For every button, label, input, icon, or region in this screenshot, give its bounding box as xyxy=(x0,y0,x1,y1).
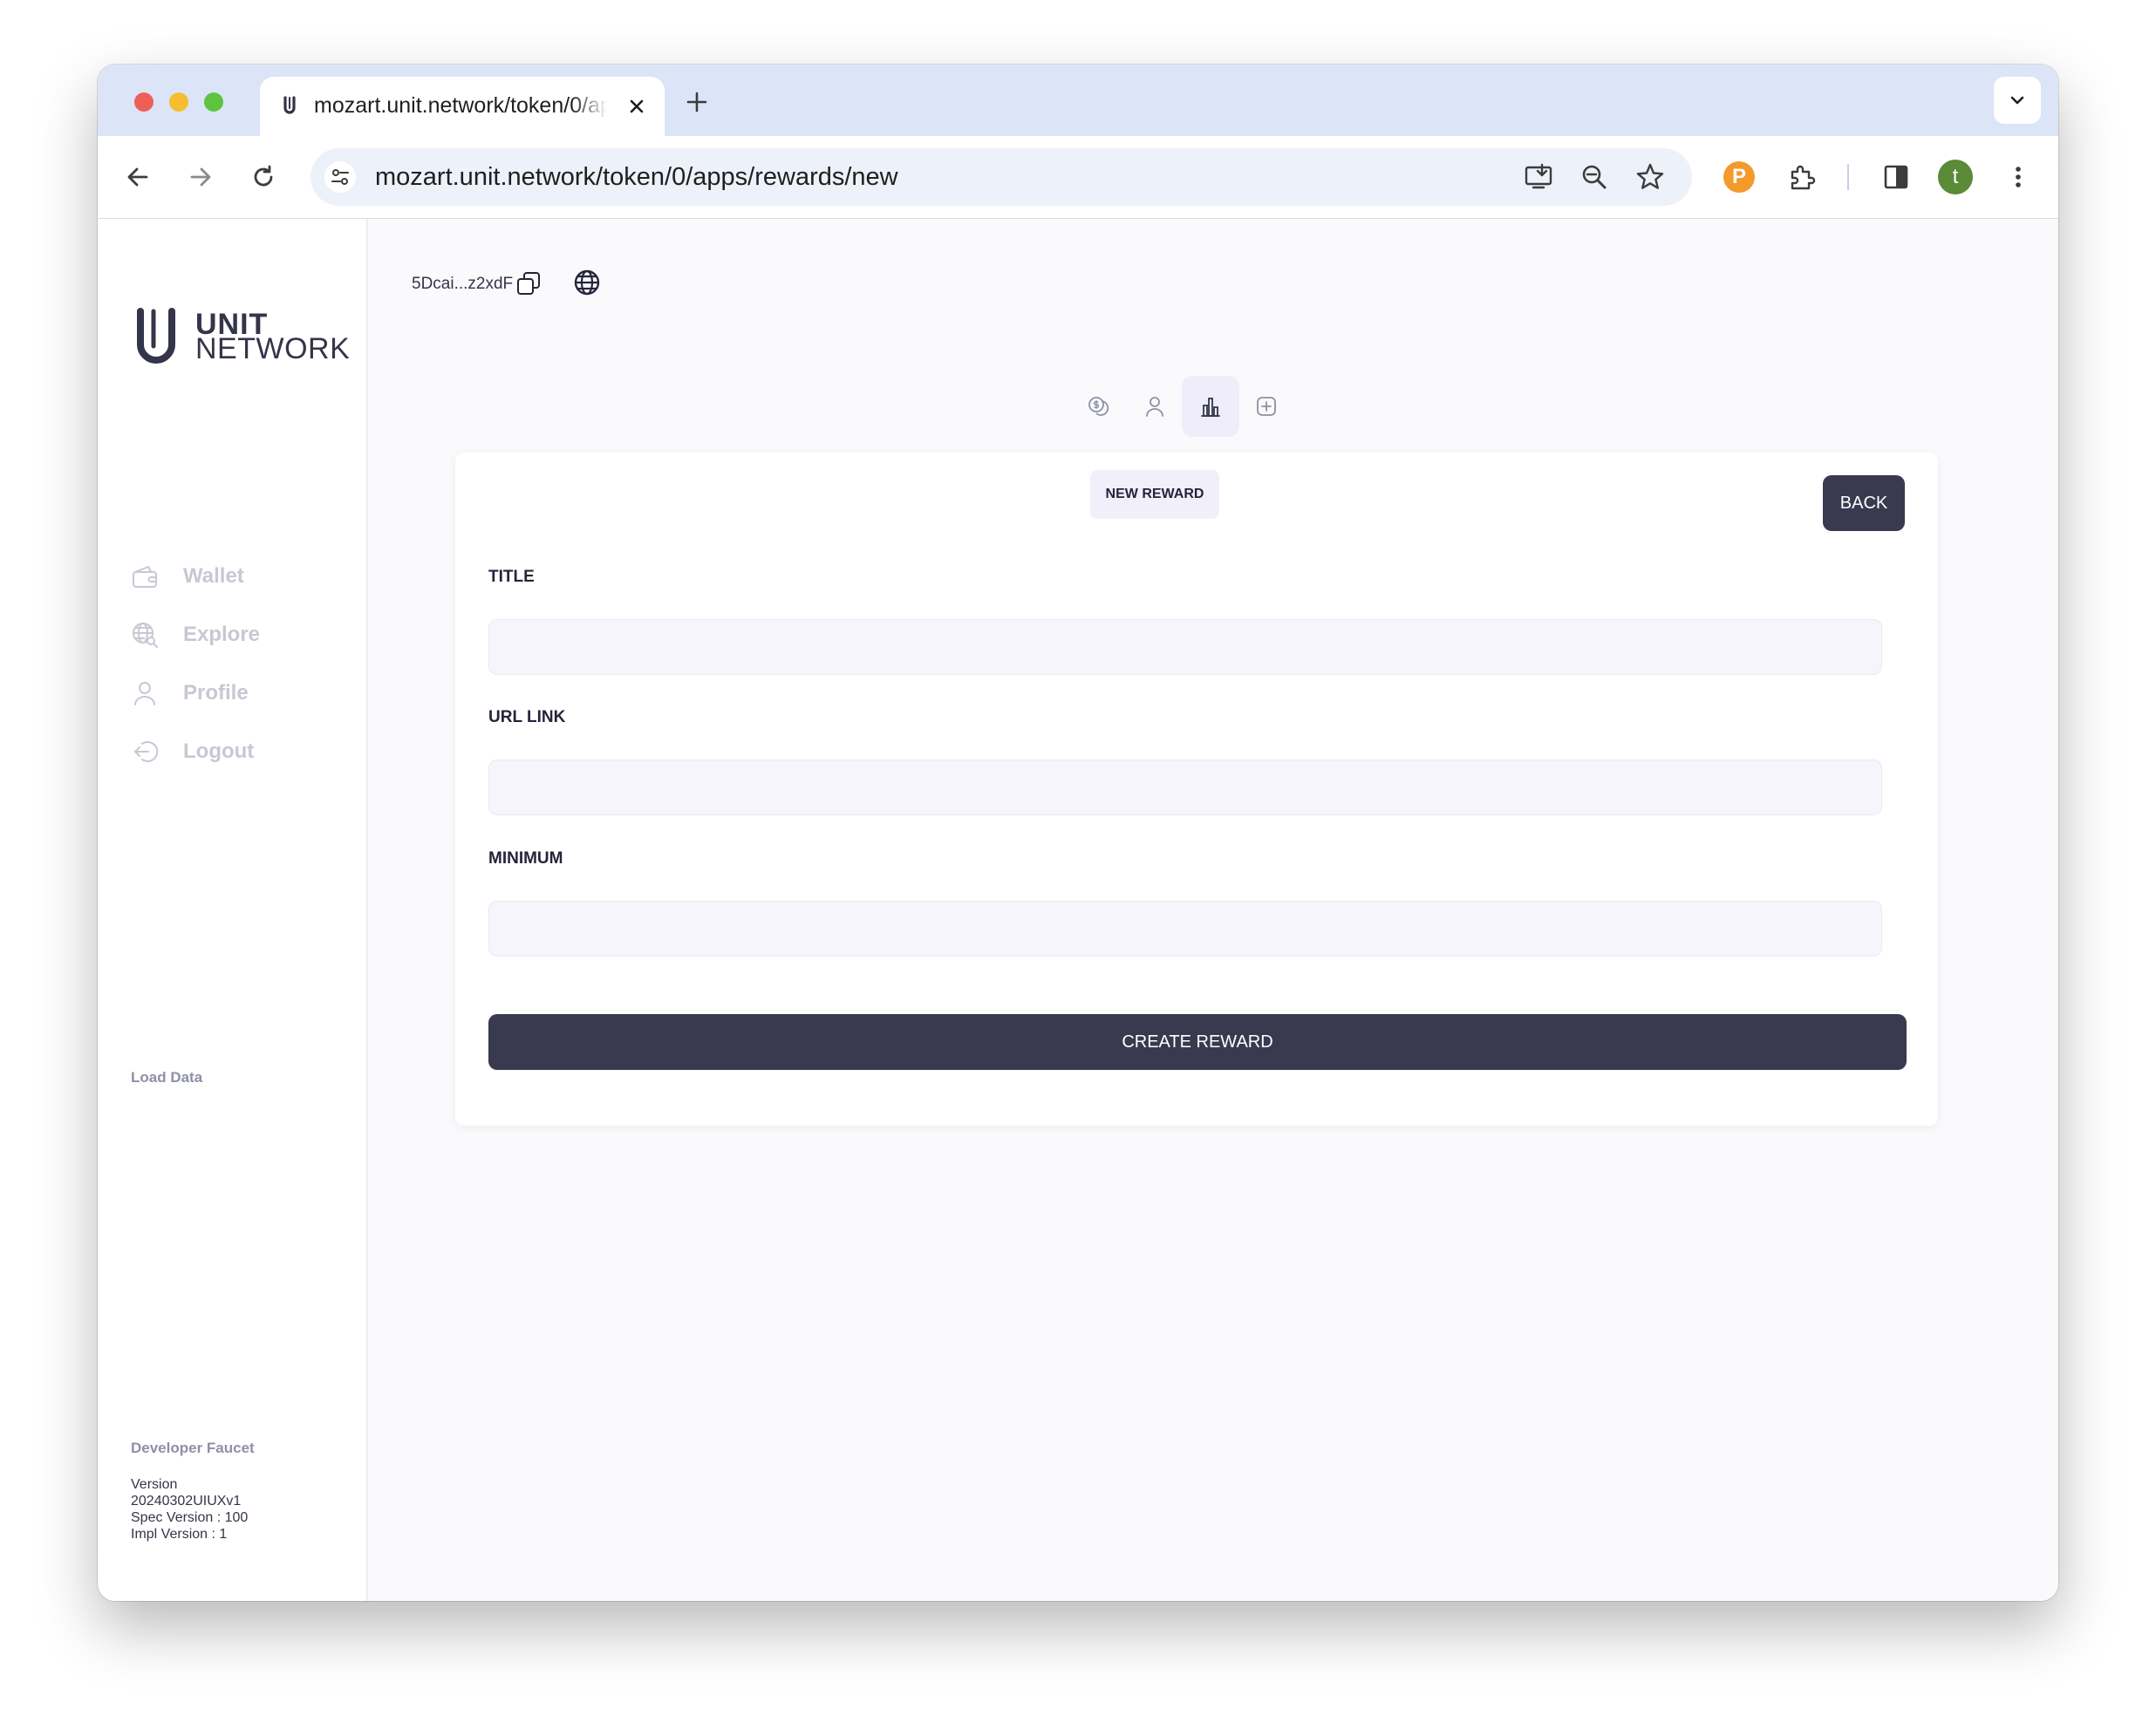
sidebar-item-profile[interactable]: Profile xyxy=(131,676,340,711)
minimize-window-button[interactable] xyxy=(169,92,188,112)
zoom-out-icon[interactable] xyxy=(1579,161,1610,193)
sidebar-item-label: Explore xyxy=(183,623,261,646)
sidebar: UNIT NETWORK Wallet Explore Profile Logo… xyxy=(98,219,368,1601)
sidebar-item-label: Wallet xyxy=(183,564,244,588)
wallet-address: 5Dcai...z2xdF xyxy=(412,275,514,293)
profile-avatar[interactable]: t xyxy=(1938,160,1973,194)
sidebar-item-logout[interactable]: Logout xyxy=(131,734,340,769)
tab-title: mozart.unit.network/token/0/apps/rewards… xyxy=(314,93,607,118)
impl-version: Impl Version : 1 xyxy=(131,1527,228,1542)
copy-icon[interactable] xyxy=(515,269,542,297)
version-build: 20240302UIUXv1 xyxy=(131,1494,242,1509)
reload-icon[interactable] xyxy=(248,161,279,193)
site-settings-button[interactable] xyxy=(324,161,356,193)
more-menu-icon[interactable] xyxy=(2002,161,2034,193)
tab-users[interactable] xyxy=(1126,376,1184,437)
coin-icon xyxy=(1088,397,1109,416)
new-reward-card: NEW REWARD BACK TITLE URL LINK MINIMUM C… xyxy=(455,453,1938,1126)
sidebar-item-wallet[interactable]: Wallet xyxy=(131,559,340,594)
unit-network-logo[interactable]: UNIT NETWORK xyxy=(133,306,350,367)
install-app-icon[interactable] xyxy=(1523,161,1554,193)
back-button[interactable]: BACK xyxy=(1823,475,1905,531)
tab-search-button[interactable] xyxy=(1994,77,2041,124)
user-icon xyxy=(1146,397,1163,417)
new-tab-plus-icon[interactable] xyxy=(682,87,712,117)
unit-favicon-icon xyxy=(283,96,296,114)
tab-add[interactable] xyxy=(1238,376,1295,437)
unit-logo-icon xyxy=(137,308,175,364)
forward-arrow-icon[interactable] xyxy=(185,161,216,193)
extensions-puzzle-icon[interactable] xyxy=(1786,161,1818,193)
sidebar-item-label: Logout xyxy=(183,739,255,763)
toolbar-separator xyxy=(1847,164,1849,190)
back-arrow-icon[interactable] xyxy=(122,161,154,193)
new-reward-badge: NEW REWARD xyxy=(1090,470,1219,519)
wallet-icon xyxy=(133,566,157,588)
sidebar-item-explore[interactable]: Explore xyxy=(131,617,340,652)
sidebar-item-label: Profile xyxy=(183,681,249,705)
close-window-button[interactable] xyxy=(134,92,154,112)
main-content: 5Dcai...z2xdF NEW REWARD BACK TITLE URL … xyxy=(368,219,2058,1601)
tab-token[interactable] xyxy=(1070,376,1128,437)
bookmark-star-icon[interactable] xyxy=(1634,161,1666,193)
minimum-label: MINIMUM xyxy=(488,849,563,868)
url-link-input[interactable] xyxy=(488,759,1882,815)
tab-strip: mozart.unit.network/token/0/apps/rewards… xyxy=(98,65,2058,136)
address-bar[interactable]: mozart.unit.network/token/0/apps/rewards… xyxy=(310,148,1692,206)
browser-window: mozart.unit.network/token/0/apps/rewards… xyxy=(98,65,2058,1601)
tune-icon xyxy=(331,169,349,185)
title-input[interactable] xyxy=(488,619,1882,675)
chevron-down-icon xyxy=(2010,96,2024,105)
minimum-input[interactable] xyxy=(488,901,1882,957)
tab-rewards[interactable] xyxy=(1182,376,1239,437)
url-text[interactable]: mozart.unit.network/token/0/apps/rewards… xyxy=(375,163,898,192)
plus-square-icon xyxy=(1257,397,1276,416)
logout-icon xyxy=(134,741,159,762)
browser-tab-active[interactable]: mozart.unit.network/token/0/apps/rewards… xyxy=(260,77,665,136)
bar-chart-icon xyxy=(1201,398,1220,417)
url-link-label: URL LINK xyxy=(488,708,566,726)
browser-toolbar: mozart.unit.network/token/0/apps/rewards… xyxy=(98,136,2058,219)
version-label: Version xyxy=(131,1477,178,1492)
version-info: Version 20240302UIUXv1 Spec Version : 10… xyxy=(131,1476,248,1543)
side-panel-icon[interactable] xyxy=(1880,161,1912,193)
maximize-window-button[interactable] xyxy=(204,92,223,112)
create-reward-button[interactable]: CREATE REWARD xyxy=(488,1014,1907,1070)
load-data-link[interactable]: Load Data xyxy=(131,1069,202,1086)
globe-search-icon xyxy=(133,623,158,648)
developer-faucet-link[interactable]: Developer Faucet xyxy=(131,1440,255,1457)
spec-version: Spec Version : 100 xyxy=(131,1510,249,1525)
logo-text-network: NETWORK xyxy=(195,332,351,365)
title-label: TITLE xyxy=(488,568,535,586)
user-icon xyxy=(134,682,155,705)
polkadot-extension-icon[interactable]: P xyxy=(1723,161,1755,193)
close-icon[interactable] xyxy=(624,94,649,119)
globe-icon[interactable] xyxy=(572,268,602,297)
